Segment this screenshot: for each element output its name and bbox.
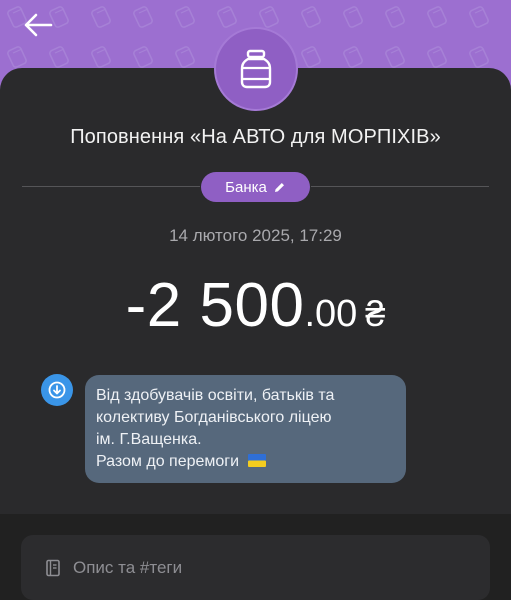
description-placeholder: Опис та #теги <box>73 557 183 577</box>
category-label: Банка <box>225 178 267 196</box>
jar-avatar <box>214 27 298 111</box>
divider <box>22 186 200 187</box>
transaction-date: 14 лютого 2025, 17:29 <box>169 226 342 245</box>
amount-main: -2 500 <box>125 271 305 340</box>
amount-cents: .00 <box>304 293 358 335</box>
comment-line: ім. Г.Ващенка. <box>96 431 202 448</box>
ukraine-flag-icon <box>247 454 266 467</box>
note-icon <box>46 559 60 576</box>
arrow-down-circle-icon <box>48 381 66 399</box>
transaction-title: Поповнення «На АВТО для МОРПІХІВ» <box>70 126 441 148</box>
description-field[interactable]: Опис та #теги <box>21 535 490 600</box>
divider <box>311 186 489 187</box>
arrow-left-icon <box>24 13 53 37</box>
pencil-icon <box>274 182 284 192</box>
comment-bubble: Від здобувачів освіти, батьків та колект… <box>85 375 406 483</box>
comment-line: колективу Богданівського ліцею <box>96 409 332 426</box>
back-button[interactable] <box>18 8 58 42</box>
currency-symbol: ₴ <box>365 293 386 334</box>
comment-line-with-flag: Разом до перемоги <box>96 451 395 473</box>
comment-line: Разом до перемоги <box>96 453 240 470</box>
jar-icon <box>240 49 272 89</box>
transaction-amount: -2 500.00 ₴ <box>0 270 511 341</box>
comment-line: Від здобувачів освіти, батьків та <box>96 387 335 404</box>
category-button[interactable]: Банка <box>201 172 310 202</box>
comment-avatar <box>41 374 73 406</box>
